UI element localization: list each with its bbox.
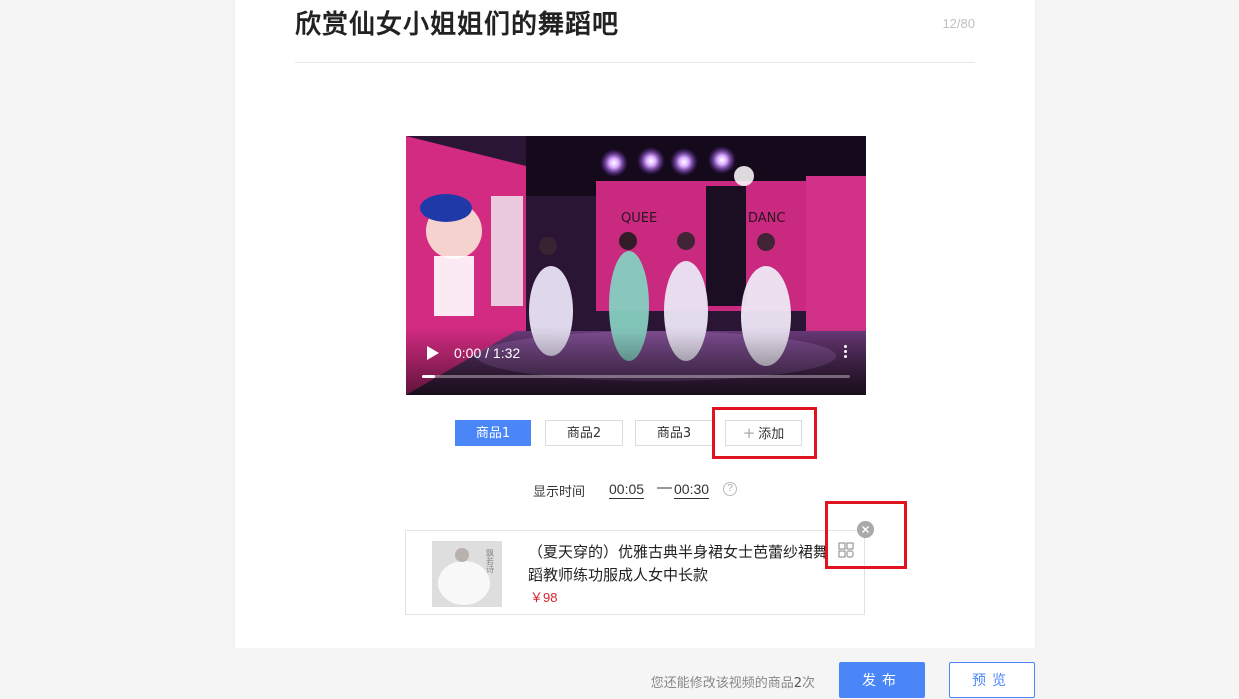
question-icon[interactable]: ? [723,482,737,496]
title-row: 欣赏仙女小姐姐们的舞蹈吧 12/80 [295,8,975,63]
product-price: ￥98 [530,590,558,605]
video-progress-fill [422,375,435,378]
time-separator: — [657,479,672,496]
display-time-label: 显示时间 [533,484,586,499]
product-tab-3[interactable]: 商品3 [635,420,713,446]
wall-text-right: DANC [748,211,785,226]
title-char-counter: 12/80 [942,16,975,31]
video-controls: 0:00 / 1:32 [406,327,866,395]
product-title: （夏天穿的）优雅古典半身裙女士芭蕾纱裙舞蹈教师练功服成人女中长款 [528,543,829,584]
edit-limit-hint: 您还能修改该视频的商品2次 [651,672,815,691]
video-time: 0:00 / 1:32 [454,345,521,361]
product-tab-2[interactable]: 商品2 [545,420,623,446]
preview-button[interactable]: 预览 [949,662,1035,698]
publish-button[interactable]: 发布 [839,662,925,698]
product-tab-1[interactable]: 商品1 [455,420,531,446]
thumbnail-text: 飘若诗 [486,549,495,573]
video-progress-bar[interactable] [422,375,850,378]
wall-text-left: QUEE [621,211,657,226]
highlight-box-card-actions [825,501,907,569]
hint-count: 2 [793,676,802,691]
highlight-box-add [712,407,817,459]
hint-suffix: 次 [801,676,815,691]
footer-bar: 您还能修改该视频的商品2次 [0,648,1239,699]
start-time-field[interactable]: 00:05 [609,481,645,499]
hint-prefix: 您还能修改该视频的商品 [650,676,794,691]
editor-panel: 欣赏仙女小姐姐们的舞蹈吧 12/80 QUEE DANC 0:00 / 1:32… [235,0,1035,648]
product-thumbnail: 飘若诗 [432,541,502,607]
play-icon[interactable] [426,345,440,361]
end-time-field[interactable]: 00:30 [674,481,710,499]
video-title-input[interactable]: 欣赏仙女小姐姐们的舞蹈吧 [295,8,619,42]
video-player[interactable]: QUEE DANC 0:00 / 1:32 [406,136,866,395]
product-card: 飘若诗 （夏天穿的）优雅古典半身裙女士芭蕾纱裙舞蹈教师练功服成人女中长款 ￥98 [405,530,865,615]
more-options-icon[interactable] [840,343,850,363]
